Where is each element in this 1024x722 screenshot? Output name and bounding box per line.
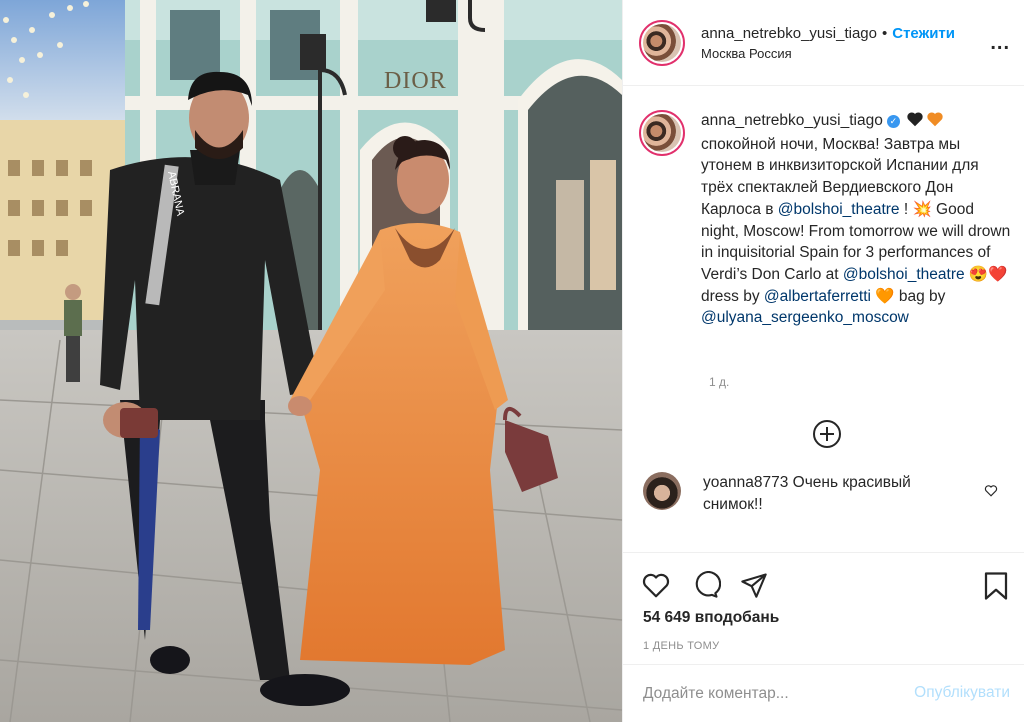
comments-area: anna_netrebko_yusi_tiago ✓ спокойной ночи…	[623, 86, 1024, 552]
save-bookmark-icon[interactable]	[983, 571, 1009, 606]
dior-sign: DIOR	[384, 68, 447, 94]
likes-count[interactable]: 54 649 вподобань	[643, 609, 779, 627]
post-photo[interactable]: DIOR ABRANA	[0, 0, 622, 722]
follow-button[interactable]: Стежити	[892, 26, 955, 41]
author-avatar[interactable]	[639, 19, 685, 66]
post-caption: anna_netrebko_yusi_tiago ✓ спокойной ночи…	[639, 110, 1011, 329]
mention-link[interactable]: @bolshoi_theatre	[843, 266, 965, 283]
verified-badge-icon: ✓	[886, 115, 900, 128]
caption-avatar[interactable]	[639, 110, 685, 156]
like-heart-icon[interactable]	[641, 571, 671, 604]
post-location[interactable]: Москва Россия	[701, 47, 955, 60]
caption-text-part-4: 🧡 bag by	[870, 287, 946, 305]
mention-link[interactable]: @bolshoi_theatre	[778, 201, 900, 218]
add-comment-bar: Опублікувати	[623, 664, 1024, 722]
post-sidebar: anna_netrebko_yusi_tiago • Стежити Москв…	[622, 0, 1024, 722]
commenter-username[interactable]: yoanna8773	[703, 474, 788, 491]
photo-illustration: DIOR ABRANA	[0, 0, 622, 722]
black-heart-icon	[906, 111, 924, 134]
more-options-icon[interactable]: ...	[990, 32, 1010, 55]
comment-item: yoanna8773 Очень красивый снимок!!	[643, 472, 973, 516]
author-username[interactable]: anna_netrebko_yusi_tiago	[701, 26, 877, 41]
share-paper-plane-icon[interactable]	[739, 571, 769, 604]
mention-link[interactable]: @ulyana_sergeenko_moscow	[701, 309, 909, 326]
comment-input[interactable]	[643, 684, 883, 703]
post-actions: 54 649 вподобань 1 ДЕНЬ ТОМУ	[623, 552, 1024, 664]
caption-timestamp[interactable]: 1 д.	[709, 375, 729, 389]
comment-bubble-icon[interactable]	[691, 571, 722, 604]
caption-username[interactable]: anna_netrebko_yusi_tiago	[701, 112, 883, 129]
comment-like-heart-icon[interactable]	[984, 484, 998, 502]
separator-dot: •	[881, 24, 888, 42]
mention-link[interactable]: @albertaferretti	[764, 288, 871, 305]
commenter-avatar[interactable]	[643, 472, 681, 510]
instagram-post: DIOR ABRANA anna_netrebko_yusi_tiago • С…	[0, 0, 1024, 722]
post-header: anna_netrebko_yusi_tiago • Стежити Москв…	[623, 0, 1024, 86]
orange-heart-icon	[926, 111, 944, 134]
load-more-comments-icon[interactable]	[813, 420, 841, 448]
post-date[interactable]: 1 ДЕНЬ ТОМУ	[643, 640, 719, 652]
publish-button[interactable]: Опублікувати	[914, 684, 1010, 702]
